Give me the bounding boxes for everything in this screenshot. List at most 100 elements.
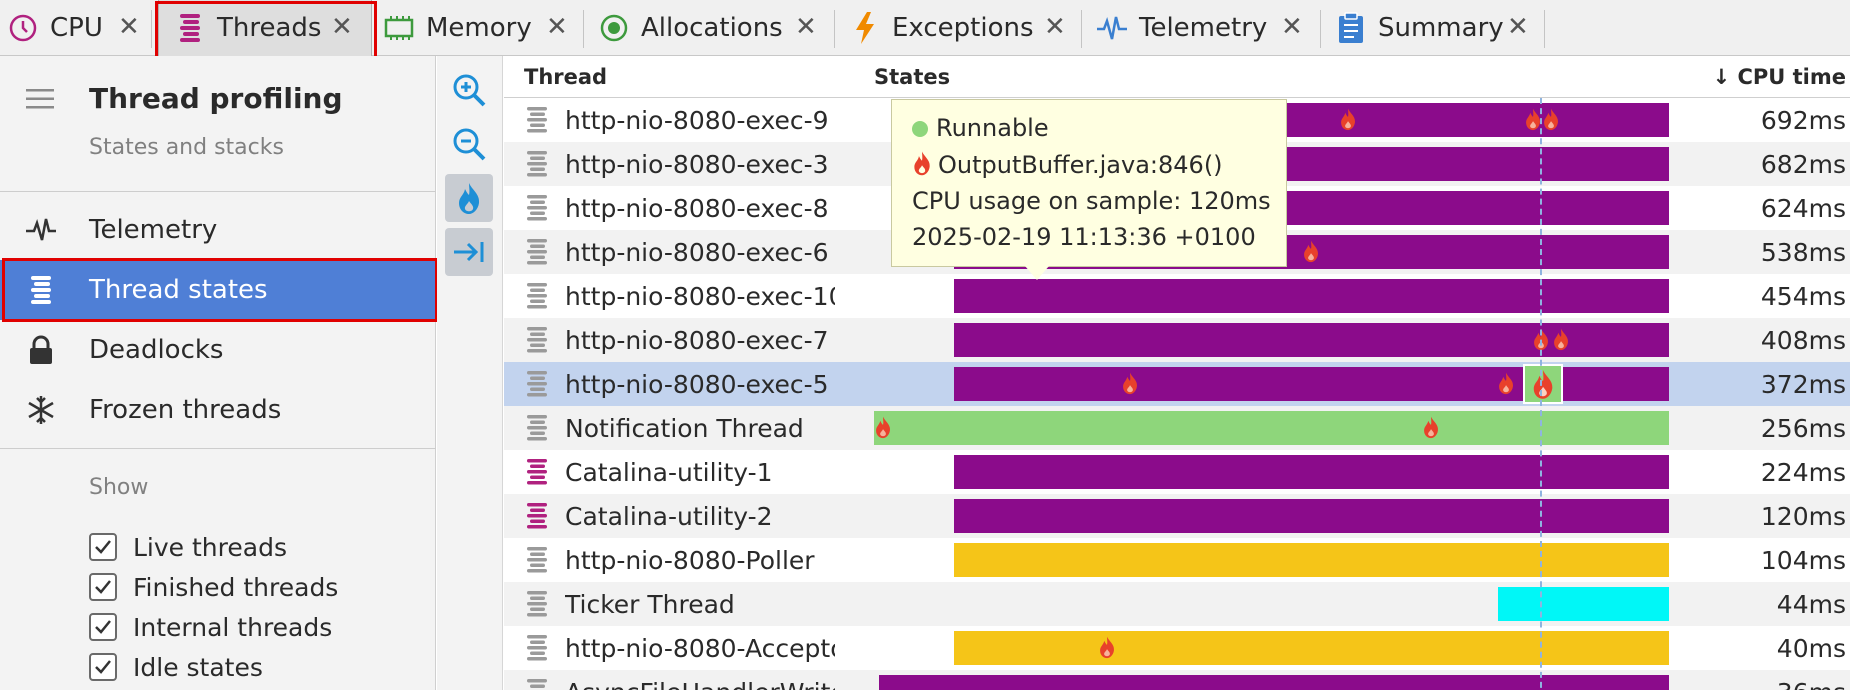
- vertical-toolbar: [437, 56, 503, 690]
- zoom-out-icon[interactable]: [445, 120, 493, 168]
- flame-icon[interactable]: [1121, 371, 1141, 397]
- thread-name: http-nio-8080-exec-8: [565, 194, 829, 223]
- flame-toggle-icon[interactable]: [445, 174, 493, 222]
- cpu-time-value: 372ms: [1760, 370, 1846, 399]
- state-bar-waiting[interactable]: [954, 455, 1669, 489]
- clock-icon: [6, 11, 40, 45]
- flame-icon[interactable]: [1542, 107, 1562, 133]
- column-header-cpu-time[interactable]: ↓ CPU time: [1713, 65, 1846, 89]
- table-row[interactable]: http-nio-8080-Poller 104ms: [504, 538, 1850, 582]
- tab-label: Threads: [217, 13, 322, 43]
- sidebar-item-deadlocks[interactable]: Deadlocks: [0, 320, 436, 380]
- tab-cpu[interactable]: CPU ✕: [0, 0, 150, 56]
- tab-exceptions[interactable]: Exceptions ✕: [848, 0, 1068, 56]
- show-label: Show: [89, 475, 149, 500]
- column-header-states[interactable]: States: [874, 65, 950, 89]
- zoom-in-icon[interactable]: [445, 66, 493, 114]
- tab-threads[interactable]: Threads ✕: [158, 0, 372, 56]
- state-bar-waiting[interactable]: [954, 499, 1669, 533]
- tab-memory[interactable]: Memory ✕: [382, 0, 572, 56]
- telemetry-pulse-icon: [1095, 11, 1129, 45]
- table-row[interactable]: http-nio-8080-Acceptor 40ms: [504, 626, 1850, 670]
- checkbox-internal-threads[interactable]: Internal threads: [89, 611, 332, 643]
- close-icon[interactable]: ✕: [1507, 12, 1529, 42]
- close-icon[interactable]: ✕: [1281, 12, 1303, 42]
- thread-name: http-nio-8080-Poller: [565, 546, 815, 575]
- table-row[interactable]: http-nio-8080-exec-10 454ms: [504, 274, 1850, 318]
- tooltip-cpu-usage: CPU usage on sample: 120ms: [912, 187, 1271, 215]
- thread-icon: [526, 282, 548, 310]
- close-icon[interactable]: ✕: [1044, 12, 1066, 42]
- flame-icon: [912, 150, 932, 182]
- state-bar-runnable[interactable]: [874, 411, 1669, 445]
- checkbox-label: Idle states: [133, 652, 263, 682]
- thread-name: Ticker Thread: [565, 590, 735, 619]
- thread-name: http-nio-8080-exec-7: [565, 326, 829, 355]
- sidebar-item-thread-states[interactable]: Thread states: [0, 260, 436, 320]
- thread-icon: [526, 546, 548, 574]
- snowflake-icon: [24, 393, 58, 427]
- state-bar-net-io[interactable]: [1498, 587, 1669, 621]
- flame-icon[interactable]: [1302, 239, 1322, 265]
- tab-allocations[interactable]: Allocations ✕: [597, 0, 823, 56]
- table-row[interactable]: http-nio-8080-exec-5 372ms: [504, 362, 1850, 406]
- thread-states-icon: [24, 273, 58, 307]
- close-icon[interactable]: ✕: [795, 12, 817, 42]
- cpu-time-value: 40ms: [1776, 634, 1846, 663]
- divider: [0, 191, 436, 192]
- checkmark-icon[interactable]: [89, 533, 117, 561]
- table-row[interactable]: Ticker Thread 44ms: [504, 582, 1850, 626]
- table-row[interactable]: Catalina-utility-1 224ms: [504, 450, 1850, 494]
- cpu-time-value: 538ms: [1760, 238, 1846, 267]
- close-icon[interactable]: ✕: [331, 12, 353, 42]
- flame-icon[interactable]: [874, 415, 894, 441]
- table-row[interactable]: AsyncFileHandlerWriter 36ms: [504, 670, 1850, 690]
- checkmark-icon[interactable]: [89, 653, 117, 681]
- thread-name: http-nio-8080-exec-3: [565, 150, 829, 179]
- allocations-icon: [597, 11, 631, 45]
- cpu-time-value: 682ms: [1760, 150, 1846, 179]
- table-row[interactable]: http-nio-8080-exec-7 408ms: [504, 318, 1850, 362]
- sample-tooltip: Runnable OutputBuffer.java:846() CPU usa…: [891, 99, 1287, 267]
- table-row[interactable]: Notification Thread 256ms: [504, 406, 1850, 450]
- sidebar-item-frozen-threads[interactable]: Frozen threads: [0, 380, 436, 440]
- tab-label: Summary: [1378, 13, 1504, 43]
- checkbox-finished-threads[interactable]: Finished threads: [89, 571, 338, 603]
- cpu-time-value: 454ms: [1760, 282, 1846, 311]
- sidebar-item-telemetry[interactable]: Telemetry: [0, 200, 436, 260]
- thread-name: Catalina-utility-1: [565, 458, 773, 487]
- cpu-time-value: 624ms: [1760, 194, 1846, 223]
- close-icon[interactable]: ✕: [546, 12, 568, 42]
- checkbox-idle-states[interactable]: Idle states: [89, 651, 263, 683]
- tab-telemetry[interactable]: Telemetry ✕: [1095, 0, 1305, 56]
- tab-label: Telemetry: [1139, 13, 1268, 43]
- checkmark-icon[interactable]: [89, 573, 117, 601]
- flame-icon[interactable]: [1532, 327, 1552, 353]
- sidebar-item-label: Telemetry: [89, 215, 218, 245]
- close-icon[interactable]: ✕: [118, 12, 140, 42]
- cpu-time-value: 104ms: [1760, 546, 1846, 575]
- flame-icon[interactable]: [1552, 327, 1572, 353]
- clipboard-icon: [1334, 11, 1368, 45]
- lightning-icon: [848, 11, 882, 45]
- hamburger-menu-icon[interactable]: [26, 88, 56, 110]
- state-bar-blocked[interactable]: [954, 631, 1669, 665]
- sidebar-item-label: Deadlocks: [89, 335, 224, 365]
- state-bar-waiting[interactable]: [879, 675, 1669, 690]
- table-row[interactable]: Catalina-utility-2 120ms: [504, 494, 1850, 538]
- checkmark-icon[interactable]: [89, 613, 117, 641]
- checkbox-live-threads[interactable]: Live threads: [89, 531, 287, 563]
- tab-summary[interactable]: Summary ✕: [1334, 0, 1544, 56]
- flame-icon[interactable]: [1098, 635, 1118, 661]
- thread-name: http-nio-8080-exec-6: [565, 238, 829, 267]
- cpu-time-value: 408ms: [1760, 326, 1846, 355]
- state-bar-waiting[interactable]: [954, 279, 1669, 313]
- flame-icon[interactable]: [1339, 107, 1359, 133]
- selected-sample-marker[interactable]: [1523, 364, 1563, 404]
- tooltip-frame: OutputBuffer.java:846(): [938, 151, 1223, 179]
- column-header-thread[interactable]: Thread: [524, 65, 607, 89]
- flame-icon[interactable]: [1422, 415, 1442, 441]
- flame-icon[interactable]: [1497, 371, 1517, 397]
- jump-to-end-icon[interactable]: [445, 228, 493, 276]
- state-bar-blocked[interactable]: [954, 543, 1669, 577]
